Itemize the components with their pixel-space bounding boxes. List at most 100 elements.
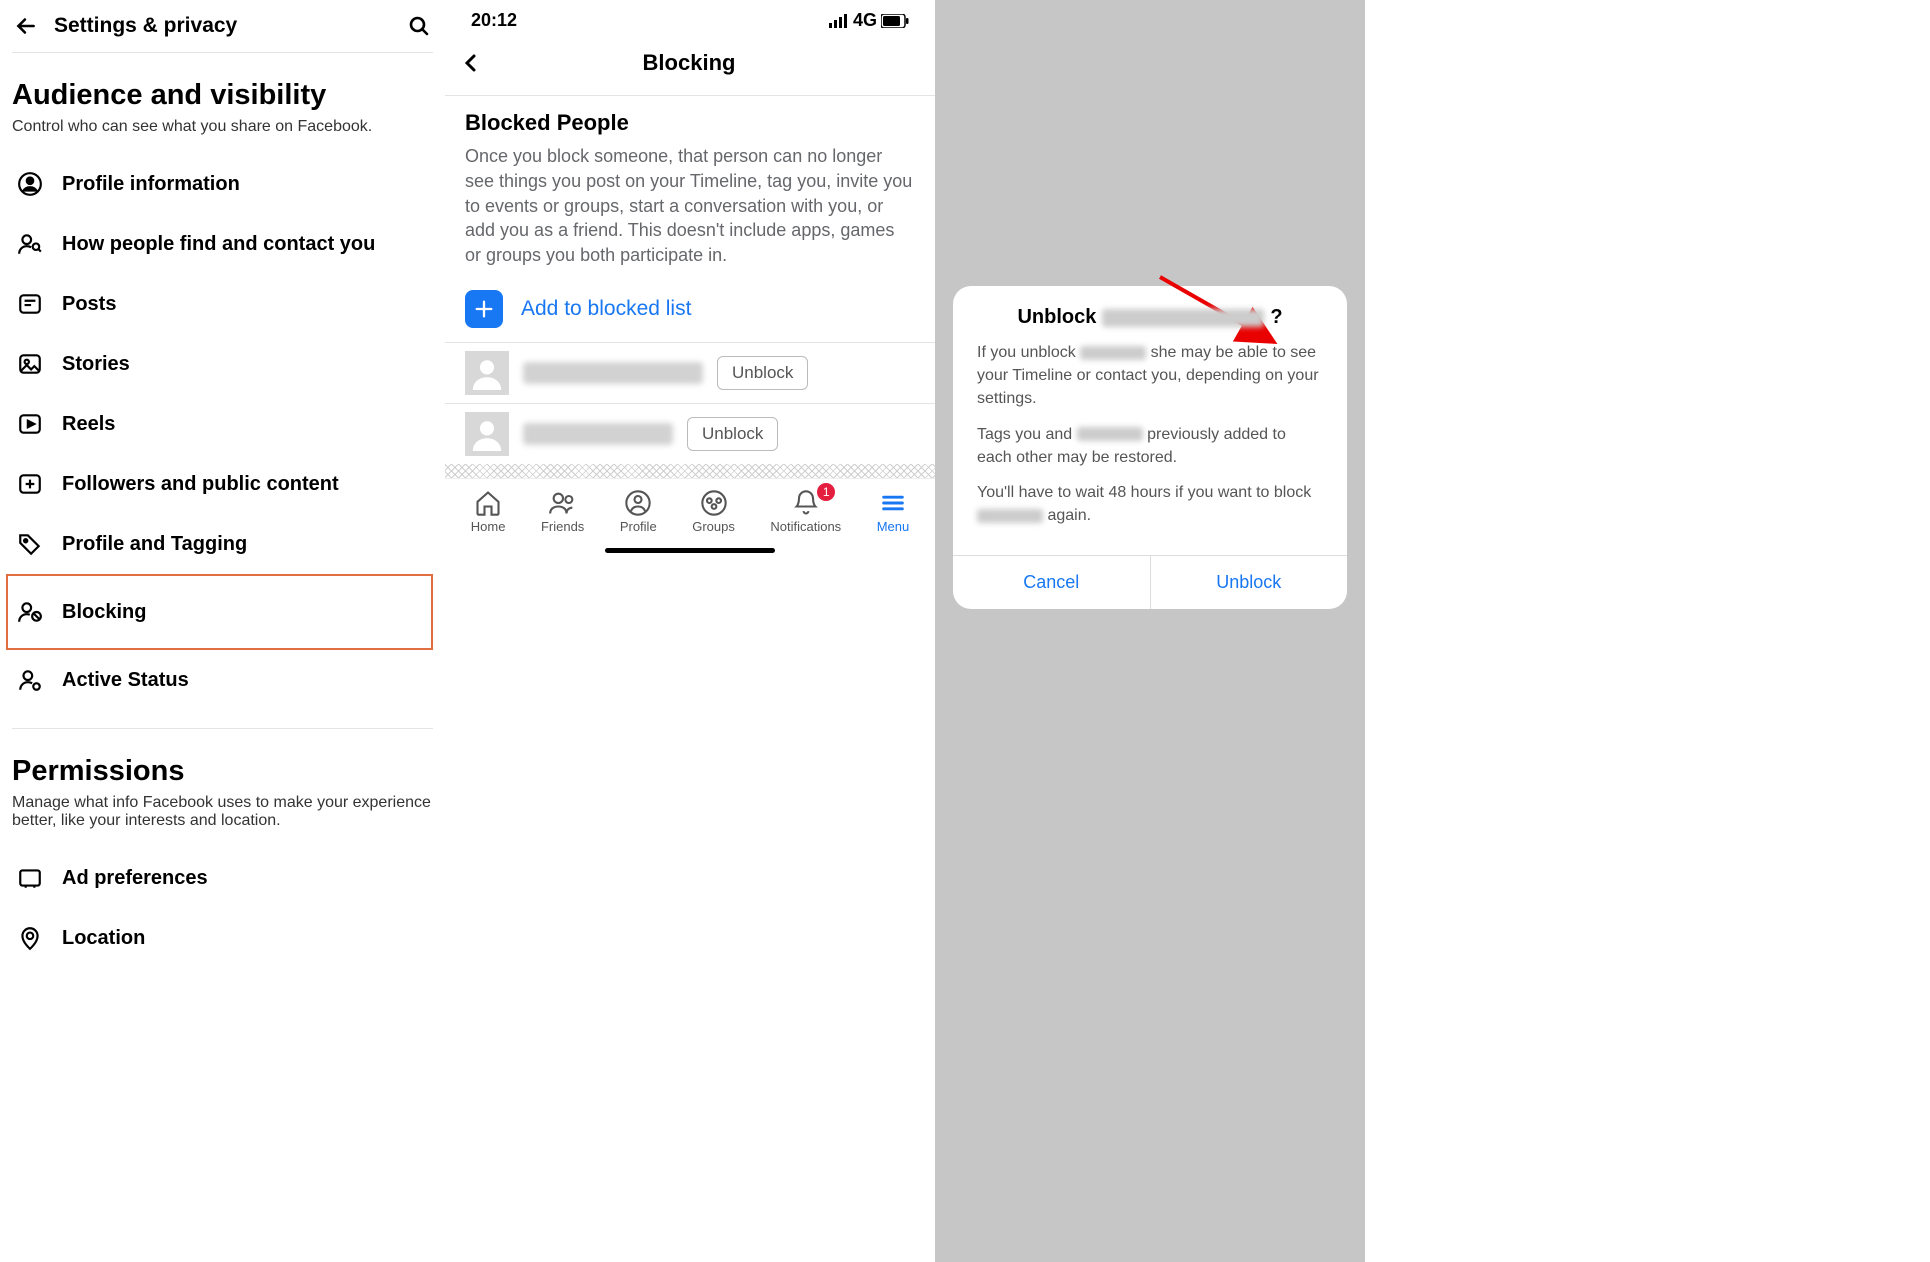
- blocking-panel: 20:12 4G Blocking Blocked People Once yo…: [445, 0, 935, 1262]
- blocked-people-desc: Once you block someone, that person can …: [445, 140, 935, 278]
- section-title-permissions: Permissions: [12, 755, 433, 788]
- nav-friends[interactable]: Friends: [537, 485, 588, 538]
- dialog-title: Unblock ?: [953, 286, 1347, 335]
- dialog-buttons: Cancel Unblock: [953, 555, 1347, 609]
- add-to-blocked-row[interactable]: Add to blocked list: [445, 278, 935, 342]
- cancel-button[interactable]: Cancel: [953, 556, 1151, 609]
- dialog-para: Tags you and previously added to each ot…: [977, 423, 1323, 469]
- nav-label: Notifications: [770, 519, 841, 534]
- dialog-panel: Unblock ? If you unblock she may be able…: [935, 0, 1365, 1262]
- battery-icon: [881, 14, 909, 28]
- menu-label: Location: [62, 927, 145, 950]
- blocked-people-title: Blocked People: [445, 96, 935, 140]
- divider: [12, 728, 433, 729]
- tear-line: [445, 464, 935, 478]
- nav-label: Profile: [620, 519, 657, 534]
- blocked-user-row: Unblock: [445, 403, 935, 464]
- menu-blocking[interactable]: Blocking: [6, 574, 433, 650]
- dialog-body: If you unblock she may be able to see yo…: [953, 335, 1347, 555]
- blurred-name: [1077, 427, 1143, 441]
- menu-label: Stories: [62, 353, 130, 376]
- network-label: 4G: [853, 10, 877, 31]
- blurred-name: [977, 509, 1043, 523]
- dialog-title-prefix: Unblock: [1017, 306, 1096, 329]
- menu-followers[interactable]: Followers and public content: [12, 454, 433, 514]
- menu-stories[interactable]: Stories: [12, 334, 433, 394]
- active-status-icon: [16, 666, 44, 694]
- back-chevron-icon[interactable]: [457, 49, 485, 77]
- home-indicator: [605, 548, 775, 553]
- blurred-name: [1102, 309, 1264, 327]
- nav-label: Menu: [877, 519, 910, 534]
- menu-label: Blocking: [62, 601, 146, 624]
- unblock-confirm-button[interactable]: Unblock: [1151, 556, 1348, 609]
- nav-profile[interactable]: Profile: [616, 485, 661, 538]
- blocked-user-row: Unblock: [445, 342, 935, 403]
- nav-label: Groups: [692, 519, 735, 534]
- menu-label: Profile information: [62, 173, 240, 196]
- blocking-title: Blocking: [485, 50, 893, 76]
- section-sub-audience: Control who can see what you share on Fa…: [12, 118, 433, 136]
- menu-ad-preferences[interactable]: Ad preferences: [12, 848, 433, 908]
- back-arrow-icon[interactable]: [12, 12, 40, 40]
- nav-label: Friends: [541, 519, 584, 534]
- settings-title: Settings & privacy: [54, 14, 405, 38]
- menu-location[interactable]: Location: [12, 908, 433, 968]
- menu-profile-information[interactable]: Profile information: [12, 154, 433, 214]
- menu-list-audience: Profile information How people find and …: [12, 154, 433, 710]
- search-icon[interactable]: [405, 12, 433, 40]
- menu-label: Active Status: [62, 669, 189, 692]
- reels-icon: [16, 410, 44, 438]
- section-sub-permissions: Manage what info Facebook uses to make y…: [12, 794, 433, 830]
- nav-home[interactable]: Home: [467, 485, 510, 538]
- menu-reels[interactable]: Reels: [12, 394, 433, 454]
- unblock-button[interactable]: Unblock: [687, 417, 778, 451]
- menu-label: Posts: [62, 293, 116, 316]
- avatar-icon: [465, 412, 509, 456]
- location-icon: [16, 924, 44, 952]
- blocked-user-name: [523, 423, 673, 445]
- menu-how-people-find[interactable]: How people find and contact you: [12, 214, 433, 274]
- avatar-icon: [465, 351, 509, 395]
- person-block-icon: [16, 598, 44, 626]
- menu-profile-tagging[interactable]: Profile and Tagging: [12, 514, 433, 574]
- status-right: 4G: [829, 10, 909, 31]
- bottom-nav: Home Friends Profile Groups 1 Notificati…: [445, 478, 935, 538]
- menu-label: Ad preferences: [62, 867, 208, 890]
- add-text: Add to blocked list: [521, 297, 691, 321]
- nav-menu[interactable]: Menu: [873, 485, 914, 538]
- menu-label: Reels: [62, 413, 115, 436]
- blocking-header: Blocking: [445, 35, 935, 96]
- menu-label: Followers and public content: [62, 473, 339, 496]
- status-bar: 20:12 4G: [445, 0, 935, 35]
- stories-icon: [16, 350, 44, 378]
- menu-posts[interactable]: Posts: [12, 274, 433, 334]
- dialog-para: If you unblock she may be able to see yo…: [977, 341, 1323, 411]
- nav-label: Home: [471, 519, 506, 534]
- posts-icon: [16, 290, 44, 318]
- unblock-button[interactable]: Unblock: [717, 356, 808, 390]
- ad-pref-icon: [16, 864, 44, 892]
- person-search-icon: [16, 230, 44, 258]
- unblock-dialog: Unblock ? If you unblock she may be able…: [953, 286, 1347, 609]
- followers-icon: [16, 470, 44, 498]
- dialog-para: You'll have to wait 48 hours if you want…: [977, 481, 1323, 527]
- person-circle-icon: [16, 170, 44, 198]
- menu-label: How people find and contact you: [62, 233, 375, 256]
- nav-notifications[interactable]: 1 Notifications: [766, 485, 845, 538]
- plus-icon: [465, 290, 503, 328]
- menu-active-status[interactable]: Active Status: [12, 650, 433, 710]
- nav-groups[interactable]: Groups: [688, 485, 739, 538]
- blocked-user-name: [523, 362, 703, 384]
- menu-list-permissions: Ad preferences Location: [12, 848, 433, 968]
- dialog-title-suffix: ?: [1270, 306, 1282, 329]
- tag-icon: [16, 530, 44, 558]
- notification-badge: 1: [817, 483, 835, 501]
- menu-label: Profile and Tagging: [62, 533, 247, 556]
- section-title-audience: Audience and visibility: [12, 79, 433, 112]
- status-time: 20:12: [471, 10, 517, 31]
- signal-icon: [829, 14, 849, 28]
- settings-header: Settings & privacy: [12, 0, 433, 53]
- settings-panel: Settings & privacy Audience and visibili…: [0, 0, 445, 1262]
- blurred-name: [1080, 346, 1146, 360]
